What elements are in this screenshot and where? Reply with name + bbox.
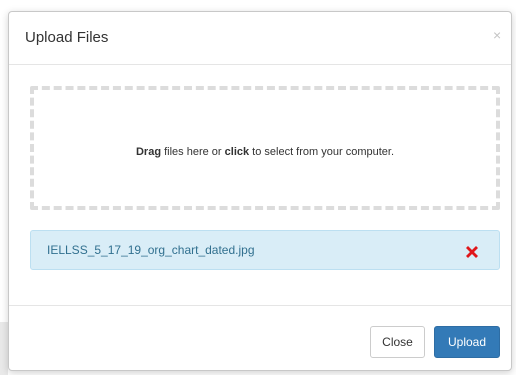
dropzone-instructions: Drag files here or click to select from … (34, 145, 496, 159)
modal-title: Upload Files (25, 29, 109, 46)
dropzone-mid-text: files here or (161, 146, 225, 158)
file-name: IELLSS_5_17_19_org_chart_dated.jpg (47, 243, 255, 257)
page-backdrop (0, 0, 8, 375)
dropzone-click-word: click (224, 146, 250, 158)
close-icon[interactable]: × (493, 28, 501, 42)
upload-button[interactable]: Upload (434, 326, 500, 358)
dropzone-end-text: to select from your computer. (249, 146, 394, 158)
file-dropzone[interactable]: Drag files here or click to select from … (30, 86, 500, 210)
modal-footer-divider (9, 305, 511, 306)
modal-header: Upload Files × (9, 12, 511, 65)
close-button[interactable]: Close (370, 326, 425, 358)
upload-files-modal: Upload Files × Drag files here or click … (8, 11, 512, 371)
remove-file-icon[interactable] (463, 243, 481, 261)
uploaded-file-item: IELLSS_5_17_19_org_chart_dated.jpg (30, 230, 500, 270)
dropzone-drag-word: Drag (135, 146, 162, 158)
